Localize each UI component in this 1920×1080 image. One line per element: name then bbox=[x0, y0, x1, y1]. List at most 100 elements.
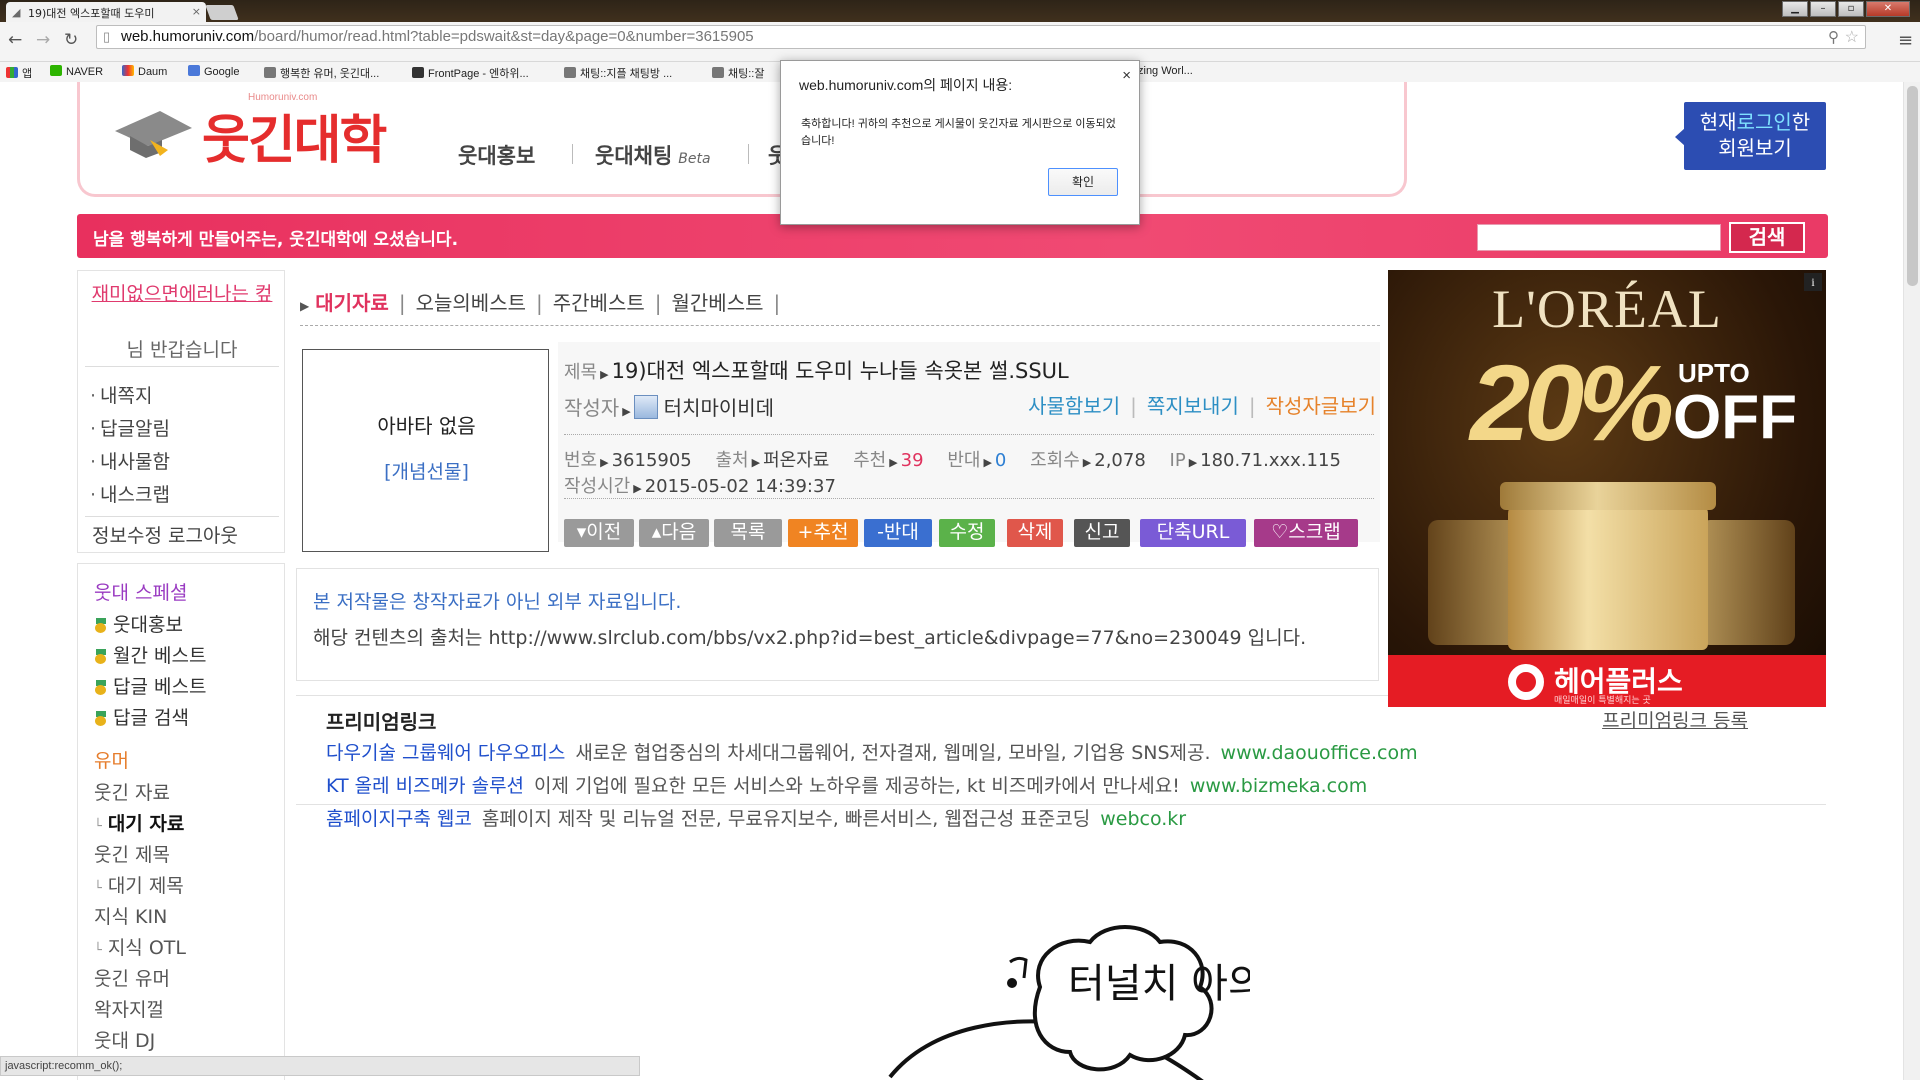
premium-link-1[interactable]: 다우기술 그룹웨어 다우오피스 새로운 협업중심의 차세대그룹웨어, 전자결재, … bbox=[326, 738, 1418, 765]
scrap-button[interactable]: ♡스크랩 bbox=[1254, 519, 1358, 547]
short-url-button[interactable]: 단축URL bbox=[1140, 519, 1246, 547]
divider bbox=[300, 325, 1380, 326]
nav-promo[interactable]: 웃대홍보 bbox=[458, 140, 535, 170]
prev-button[interactable]: ▾이전 bbox=[564, 519, 634, 547]
menu-reply-alerts[interactable]: 답글알림 bbox=[90, 414, 170, 441]
next-button[interactable]: ▴다음 bbox=[639, 519, 709, 547]
tab-weekly-best[interactable]: 주간베스트 bbox=[553, 291, 645, 315]
humor-item-funny-titles[interactable]: 웃긴 제목 bbox=[94, 840, 170, 867]
maximize-icon[interactable]: ▫ bbox=[1838, 1, 1864, 17]
ok-button[interactable]: 확인 bbox=[1048, 168, 1118, 196]
humor-item-otl[interactable]: └ 지식 OTL bbox=[94, 933, 186, 960]
page-scrollbar[interactable] bbox=[1903, 82, 1920, 1080]
writer-name[interactable]: 터치마이비데 bbox=[664, 396, 774, 420]
reload-icon[interactable]: ↻ bbox=[64, 30, 78, 50]
premium-link-3[interactable]: 홈페이지구축 웹코 홈페이지 제작 및 리뉴얼 전문, 무료유지보수, 빠른서비스… bbox=[326, 804, 1186, 831]
post-number: 3615905 bbox=[611, 450, 692, 471]
bookmark-star-icon[interactable]: ☆ bbox=[1845, 27, 1859, 47]
humor-item-humor[interactable]: 웃긴 유머 bbox=[94, 964, 170, 991]
nav-chat[interactable]: 웃대채팅 Beta bbox=[595, 140, 711, 170]
minimize-icon[interactable]: – bbox=[1810, 1, 1836, 17]
menu-my-messages[interactable]: 내쪽지 bbox=[90, 381, 152, 408]
oppose-count: 0 bbox=[994, 450, 1007, 471]
back-arrow-icon[interactable]: ← bbox=[8, 30, 22, 50]
humor-item-waiting[interactable]: └ 대기 자료 bbox=[94, 809, 184, 836]
graduation-cap-icon[interactable] bbox=[110, 106, 195, 161]
bookmark-other[interactable]: zing Worl... bbox=[1138, 65, 1193, 77]
store-logo-icon bbox=[1508, 664, 1544, 700]
user-name-link[interactable]: 재미없으면에러나는 컾 bbox=[85, 281, 279, 307]
writer-links: 사물함보기 | 쪽지보내기 | 작성자글보기 bbox=[1028, 394, 1376, 418]
account-links[interactable]: 정보수정 로그아웃 bbox=[92, 521, 238, 548]
humor-item-waiting-titles[interactable]: └ 대기 제목 bbox=[94, 871, 184, 898]
avatar-placeholder-text: 아바타 없음 bbox=[377, 414, 476, 438]
search-button[interactable]: 검색 bbox=[1729, 222, 1805, 253]
alert-dialog: web.humoruniv.com의 페이지 내용: × 축하합니다! 귀하의 … bbox=[780, 60, 1140, 225]
tab-today-best[interactable]: 오늘의베스트 bbox=[416, 291, 526, 315]
humor-item-dj[interactable]: 웃대 DJ bbox=[94, 1026, 155, 1053]
bookmark-chat-2[interactable]: 채팅::잘 bbox=[712, 65, 764, 81]
product-jar-image bbox=[1700, 520, 1795, 645]
advertisement[interactable]: i L'ORÉAL 20% UPTO OFF 헤어플러스 매일매일이 특별해지는… bbox=[1388, 270, 1826, 707]
premium-link-2[interactable]: KT 올레 비즈메카 솔루션 이제 기업에 필요한 모든 서비스와 노하우를 제공… bbox=[326, 771, 1367, 798]
menu-my-scraps[interactable]: 내스크랩 bbox=[90, 480, 170, 507]
bookmark-enhawiki[interactable]: FrontPage - 엔하위... bbox=[412, 65, 529, 81]
post-source: 퍼온자료 bbox=[763, 450, 830, 471]
special-item-monthly-best[interactable]: 월간 베스트 bbox=[94, 641, 206, 668]
oppose-button[interactable]: -반대 bbox=[864, 519, 932, 547]
ad-slogan: 매일매일이 특별해지는 곳 bbox=[1554, 696, 1651, 706]
product-jar-lid bbox=[1500, 482, 1716, 510]
report-button[interactable]: 신고 bbox=[1074, 519, 1130, 547]
url-host: web.humoruniv.com bbox=[121, 28, 255, 45]
minimize-window-icon[interactable]: ▁ bbox=[1782, 1, 1808, 17]
special-item-reply-best[interactable]: 답글 베스트 bbox=[94, 672, 206, 699]
chat-icon bbox=[712, 67, 724, 78]
view-locker-link[interactable]: 사물함보기 bbox=[1028, 394, 1120, 418]
scrollbar-thumb[interactable] bbox=[1907, 86, 1918, 286]
edit-button[interactable]: 수정 bbox=[939, 519, 995, 547]
tab-monthly-best[interactable]: 월간베스트 bbox=[672, 291, 764, 315]
writer-posts-link[interactable]: 작성자글보기 bbox=[1266, 394, 1376, 418]
premium-register-link[interactable]: 프리미엄링크 등록 bbox=[1602, 706, 1748, 733]
browser-tab-strip: ◢ 19)대전 엑스포할때 도우미 × ▁ – ▫ ✕ bbox=[0, 0, 1920, 22]
search-input[interactable] bbox=[1477, 224, 1721, 251]
tab-waiting[interactable]: 대기자료 bbox=[315, 291, 389, 315]
bookmark-daum[interactable]: Daum bbox=[122, 65, 167, 78]
menu-my-locker[interactable]: 내사물함 bbox=[90, 447, 170, 474]
chat-icon bbox=[564, 67, 576, 78]
gift-link[interactable]: [개념선물] bbox=[303, 457, 550, 484]
special-item-promo[interactable]: 웃대홍보 bbox=[94, 610, 183, 637]
tab-close-icon[interactable]: × bbox=[192, 5, 201, 18]
address-bar[interactable]: ▯ web.humoruniv.com/board/humor/read.htm… bbox=[96, 25, 1866, 49]
post-ip: 180.71.xxx.115 bbox=[1200, 450, 1341, 471]
bookmark-humoruniv[interactable]: 행복한 유머, 웃긴대... bbox=[264, 65, 379, 81]
humor-item-kin[interactable]: 지식 KIN bbox=[94, 902, 167, 929]
google-icon bbox=[188, 65, 200, 76]
zoom-icon[interactable]: ⚲ bbox=[1828, 28, 1839, 46]
status-bar: javascript:recomm_ok(); bbox=[0, 1056, 640, 1076]
browser-menu-icon[interactable]: ≡ bbox=[1898, 30, 1913, 51]
dialog-message: 축하합니다! 귀하의 추천으로 게시물이 웃긴자료 게시판으로 이동되었습니다! bbox=[801, 118, 1116, 147]
logged-in-members-button[interactable]: 현재로그인한 회원보기 bbox=[1684, 102, 1826, 170]
close-window-icon[interactable]: ✕ bbox=[1866, 1, 1910, 17]
special-item-reply-search[interactable]: 답글 검색 bbox=[94, 703, 189, 730]
new-tab-button[interactable] bbox=[205, 5, 239, 20]
bookmark-google[interactable]: Google bbox=[188, 65, 239, 78]
medal-icon bbox=[94, 680, 108, 695]
forward-arrow-icon[interactable]: → bbox=[36, 30, 50, 50]
recommend-button[interactable]: +추천 bbox=[788, 519, 858, 547]
list-button[interactable]: 목록 bbox=[714, 519, 782, 547]
close-icon[interactable]: × bbox=[1122, 67, 1131, 84]
bookmark-naver[interactable]: NAVER bbox=[50, 65, 103, 78]
send-message-link[interactable]: 쪽지보내기 bbox=[1147, 394, 1239, 418]
delete-button[interactable]: 삭제 bbox=[1007, 519, 1063, 547]
browser-tab[interactable]: ◢ 19)대전 엑스포할때 도우미 × bbox=[6, 2, 206, 22]
humor-item-funny[interactable]: 웃긴 자료 bbox=[94, 778, 170, 805]
site-logo[interactable]: 웃긴대학 bbox=[202, 98, 387, 173]
bookmark-chat-1[interactable]: 채팅::지플 채팅방 ... bbox=[564, 65, 672, 81]
bookmark-apps[interactable]: 앱 bbox=[6, 65, 32, 81]
board-navigation: 웃대 스페셜 웃대홍보 월간 베스트 답글 베스트 답글 검색 유머 웃긴 자료… bbox=[77, 563, 285, 1080]
product-jar-image bbox=[1508, 500, 1708, 650]
humor-item-wakja[interactable]: 왁자지껄 bbox=[94, 995, 164, 1022]
ad-footer: 헤어플러스 매일매일이 특별해지는 곳 bbox=[1388, 655, 1826, 707]
